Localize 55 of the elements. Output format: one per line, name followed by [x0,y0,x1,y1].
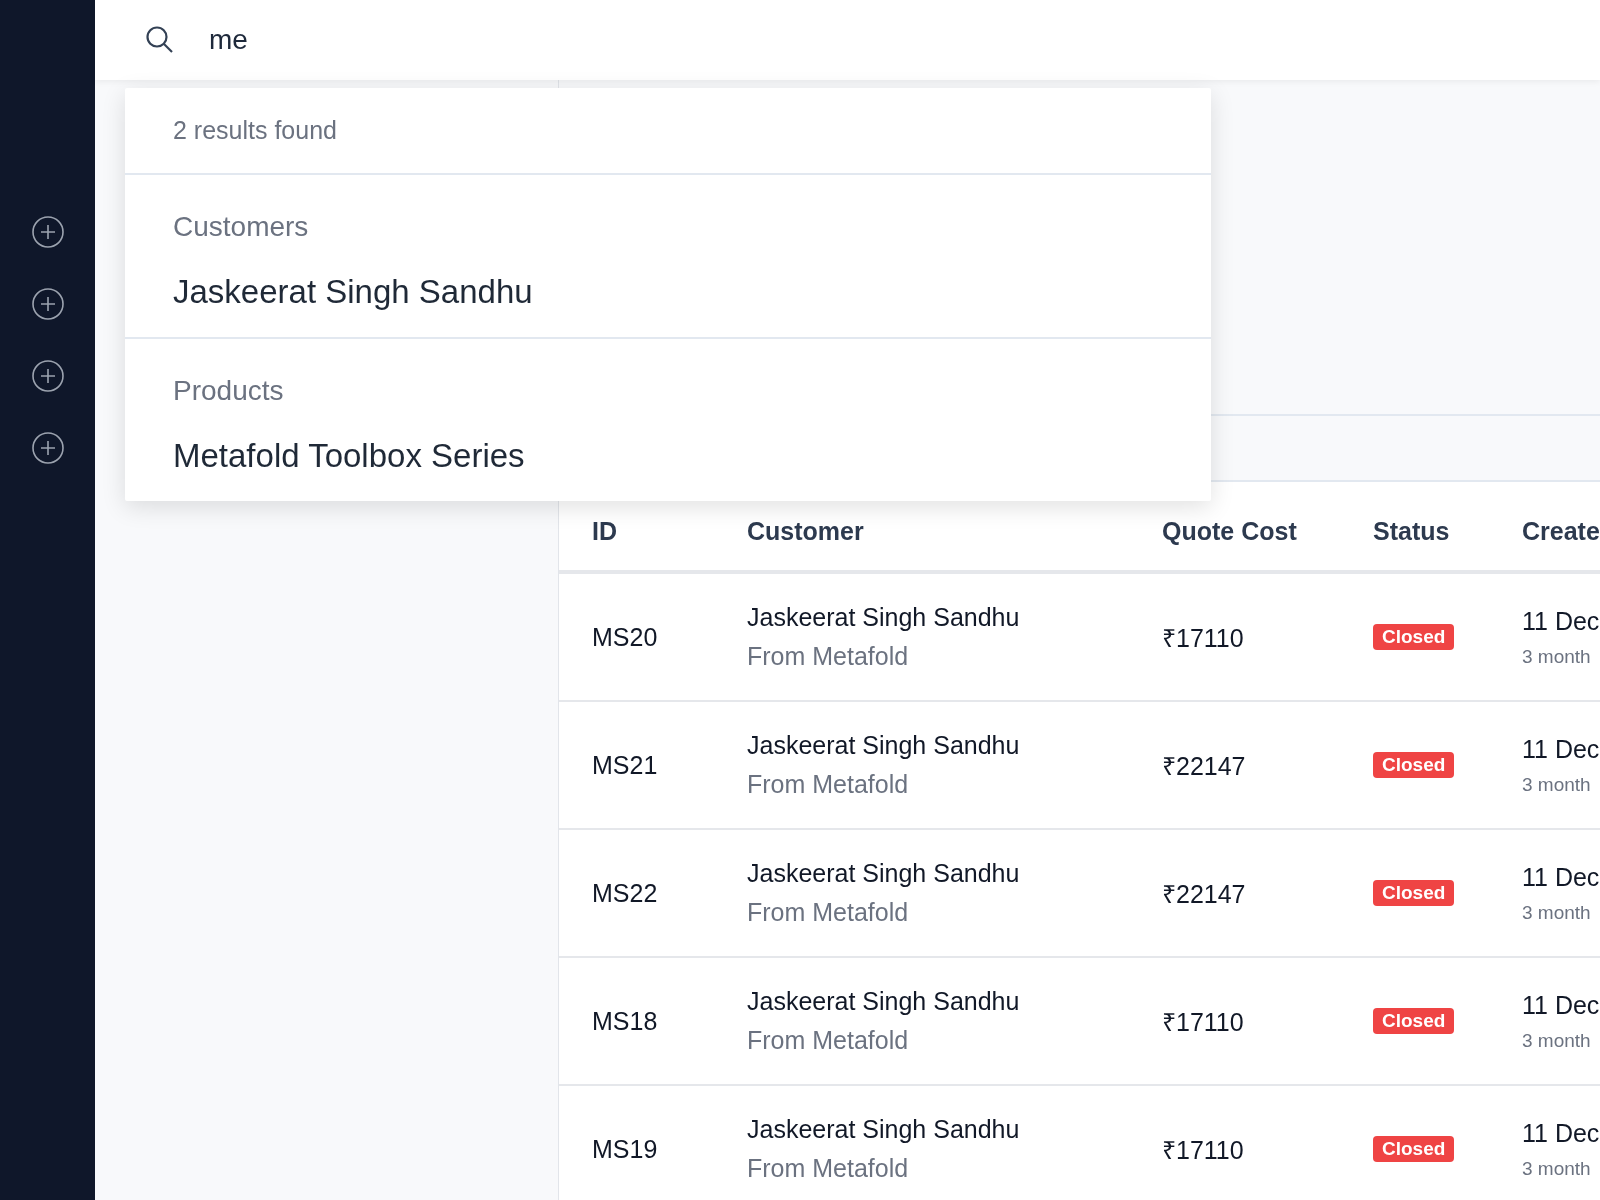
search-field[interactable]: me [209,24,809,56]
customer-name: Jaskeerat Singh Sandhu [747,1115,1021,1144]
created-date: 11 Dec [1522,1118,1600,1148]
result-group-heading: Customers [173,211,310,243]
company-name: From Metafold [747,770,910,799]
result-group-heading: Products [173,375,285,407]
id-cell-text: MS19 [592,1134,659,1164]
id-cell-text: MS21 [592,750,659,780]
status-badge: Closed [1373,752,1455,778]
company-name: From Metafold [747,898,910,927]
created-age: 3 month [1522,901,1592,924]
created-date: 11 Dec [1522,862,1600,892]
customer-name: Jaskeerat Singh Sandhu [747,859,1021,888]
id-cell-text: MS20 [592,622,659,652]
status-badge: Closed [1373,624,1455,650]
customer-name: Jaskeerat Singh Sandhu [747,731,1021,760]
status-badge: Closed [1373,1136,1455,1162]
customer-name: Jaskeerat Singh Sandhu [747,603,1021,632]
column-header: Status [1373,515,1451,546]
status-badge: Closed [1373,880,1455,906]
quote-cost-cell-text: ₹22147 [1162,879,1247,910]
column-header: ID [592,515,618,546]
plus-circle-icon [31,432,64,464]
add-button[interactable] [31,360,64,392]
status-badge: Closed [1373,1008,1455,1034]
company-name: From Metafold [747,642,910,671]
column-header: Create [1522,515,1600,546]
column-header: Quote Cost [1162,515,1298,546]
plus-circle-icon [31,216,64,248]
created-age: 3 month [1522,645,1592,668]
created-age: 3 month [1522,773,1592,796]
created-age: 3 month [1522,1157,1592,1180]
company-name: From Metafold [747,1026,910,1055]
created-age: 3 month [1522,1029,1592,1052]
plus-circle-icon [31,288,64,320]
customer-name: Jaskeerat Singh Sandhu [747,987,1021,1016]
add-button[interactable] [31,288,64,320]
quote-cost-cell-text: ₹22147 [1162,751,1247,782]
quote-cost-cell-text: ₹17110 [1162,1135,1245,1166]
column-header: Customer [747,515,865,546]
search-icon [145,25,175,55]
results-count: 2 results found [173,116,337,144]
add-button[interactable] [31,216,64,248]
quote-cost-cell-text: ₹17110 [1162,1007,1245,1038]
add-button[interactable] [31,432,64,464]
id-cell-text: MS22 [592,878,659,908]
plus-circle-icon [31,360,64,392]
created-date: 11 Dec [1522,734,1600,764]
company-name: From Metafold [747,1154,910,1183]
created-date: 11 Dec [1522,606,1600,636]
search-result-link[interactable]: Metafold Toolbox Series [173,437,525,475]
id-cell-text: MS18 [592,1006,659,1036]
created-date: 11 Dec [1522,990,1600,1020]
quote-cost-cell-text: ₹17110 [1162,623,1245,654]
search-result-link[interactable]: Jaskeerat Singh Sandhu [173,273,533,311]
